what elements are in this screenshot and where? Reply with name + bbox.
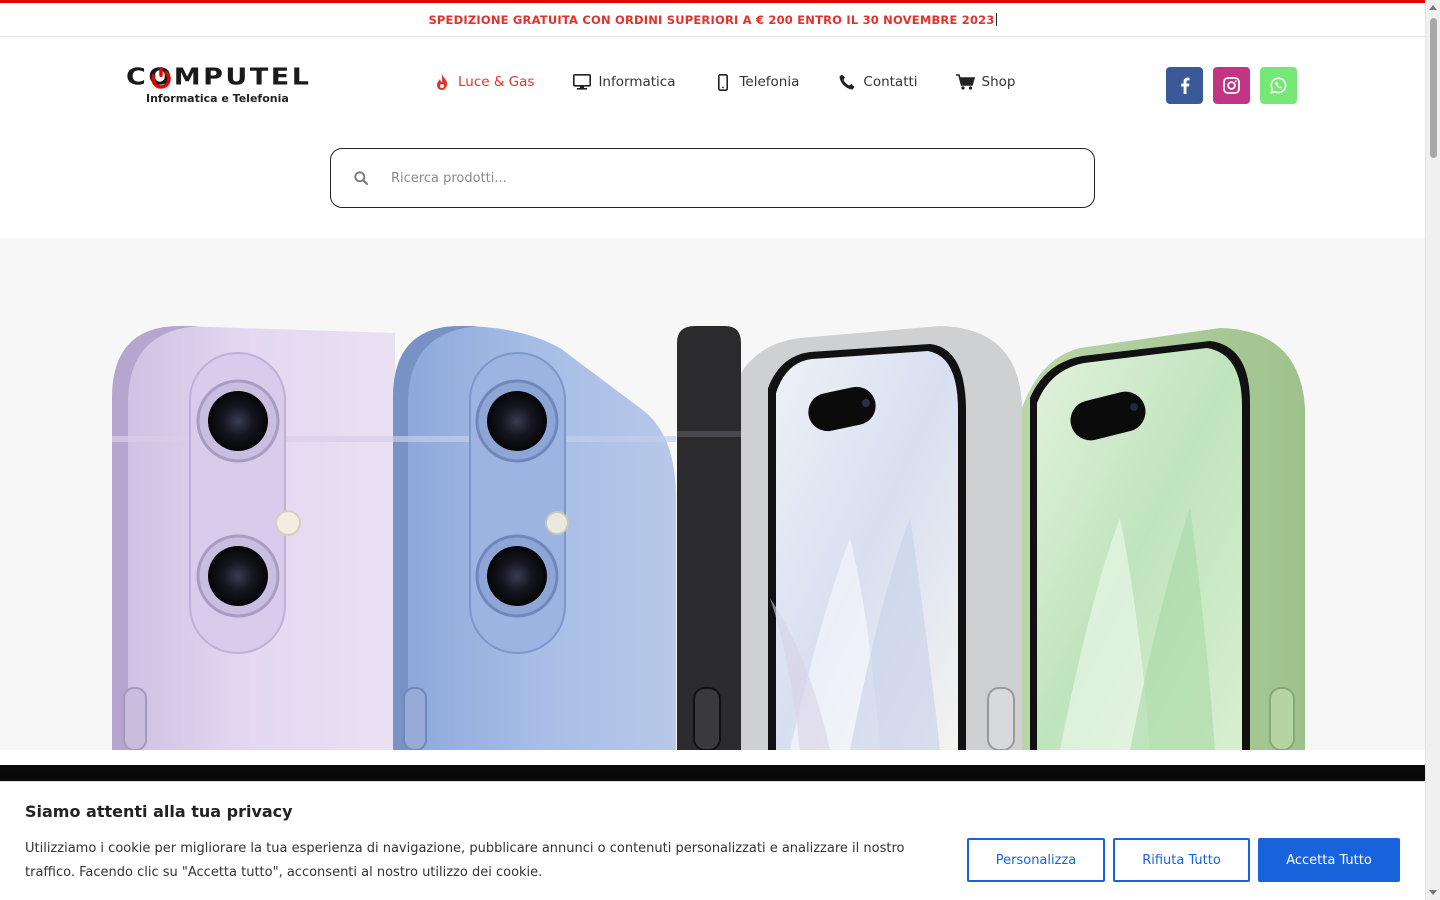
nav-item-shop[interactable]: Shop: [956, 73, 1016, 91]
scroll-down-arrow-icon[interactable]: [1429, 890, 1437, 895]
promo-bar: SPEDIZIONE GRATUITA CON ORDINI SUPERIORI…: [0, 0, 1425, 37]
reject-all-button[interactable]: Rifiuta Tutto: [1113, 838, 1250, 882]
whatsapp-icon: [1270, 77, 1287, 94]
nav-label: Informatica: [598, 74, 676, 90]
scroll-up-arrow-icon[interactable]: [1429, 5, 1437, 10]
product-search[interactable]: [330, 148, 1095, 208]
social-links: [1166, 67, 1297, 104]
cookie-description: Utilizziamo i cookie per migliorare la t…: [25, 841, 905, 880]
main-nav: Luce & Gas Informatica Telefonia Contatt…: [432, 73, 1016, 91]
cart-icon: [956, 73, 976, 91]
site-header: COMPUTEL Informatica e Telefonia Luce & …: [0, 37, 1425, 132]
scroll-thumb[interactable]: [1430, 18, 1437, 158]
nav-item-telefonia[interactable]: Telefonia: [713, 73, 799, 91]
page: SPEDIZIONE GRATUITA CON ORDINI SUPERIORI…: [0, 0, 1425, 900]
promo-text: SPEDIZIONE GRATUITA CON ORDINI SUPERIORI…: [428, 12, 995, 27]
accept-all-button[interactable]: Accetta Tutto: [1258, 838, 1400, 882]
phone-device-icon: [713, 73, 733, 91]
nav-item-contatti[interactable]: Contatti: [837, 73, 918, 91]
search-icon[interactable]: [351, 168, 371, 188]
customize-button[interactable]: Personalizza: [967, 838, 1105, 882]
cookie-consent-banner: Siamo attenti alla tua privacy Utilizzia…: [0, 781, 1425, 900]
instagram-button[interactable]: [1213, 67, 1250, 104]
vertical-scrollbar[interactable]: [1425, 0, 1440, 900]
power-icon: [151, 67, 171, 89]
logo-subtitle: Informatica e Telefonia: [146, 92, 289, 105]
flame-icon: [432, 73, 452, 91]
phone-call-icon: [837, 73, 857, 91]
whatsapp-button[interactable]: [1260, 67, 1297, 104]
nav-item-informatica[interactable]: Informatica: [572, 73, 675, 91]
nav-item-luce-gas[interactable]: Luce & Gas: [432, 73, 534, 91]
cookie-title: Siamo attenti alla tua privacy: [25, 802, 293, 821]
search-input[interactable]: [391, 170, 1071, 186]
nav-label: Contatti: [863, 74, 918, 90]
nav-label: Luce & Gas: [458, 74, 535, 90]
hero-phones-image: [112, 326, 1305, 750]
instagram-icon: [1223, 77, 1240, 94]
nav-label: Shop: [981, 74, 1016, 90]
site-logo[interactable]: COMPUTEL Informatica e Telefonia: [126, 64, 311, 110]
facebook-icon: [1180, 77, 1189, 94]
hero-banner[interactable]: [0, 238, 1425, 750]
monitor-icon: [572, 73, 592, 91]
facebook-button[interactable]: [1166, 67, 1203, 104]
text-cursor: [995, 13, 997, 26]
nav-label: Telefonia: [739, 74, 800, 90]
